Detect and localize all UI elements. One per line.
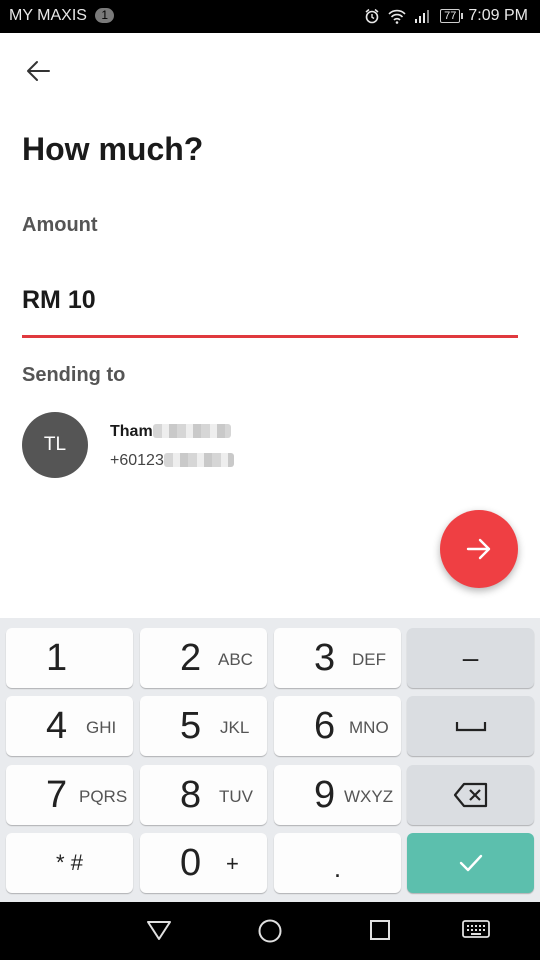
amount-label: Amount: [22, 214, 98, 236]
key-letters: MNO: [349, 718, 389, 737]
circle-home-icon: [258, 919, 282, 943]
key-digit: 1: [46, 637, 68, 679]
key-digit: 5: [180, 705, 202, 747]
key-star-hash-wrap: * #: [6, 833, 133, 893]
keyboard-icon: [462, 920, 490, 938]
dot-label: .: [333, 852, 342, 883]
avatar-initials: TL: [43, 434, 67, 455]
recipient-phone: +60123: [110, 452, 234, 470]
key-minus[interactable]: –: [407, 628, 534, 688]
key-3[interactable]: 3 DEF: [274, 628, 401, 688]
recipient-phone-text: +60123: [110, 452, 164, 469]
key-0[interactable]: 0 +: [140, 833, 267, 893]
key-digit: 9: [314, 774, 336, 816]
backspace-icon: [453, 782, 487, 808]
key-digit: 3: [314, 637, 336, 679]
key-digit: 4: [46, 705, 68, 747]
minus-label: –: [462, 642, 479, 673]
carrier-name: MY MAXIS: [9, 7, 87, 24]
recipient-name: Tham: [110, 423, 231, 441]
key-dot[interactable]: .: [274, 833, 401, 893]
key-6[interactable]: 6 MNO: [274, 696, 401, 756]
key-confirm[interactable]: [407, 833, 534, 893]
nav-back-button[interactable]: [146, 918, 172, 947]
amount-input[interactable]: [22, 280, 518, 338]
key-digit: 7: [46, 774, 68, 816]
key-letters: TUV: [219, 787, 253, 806]
square-recents-icon: [370, 920, 390, 940]
key-digit: 2: [180, 637, 202, 679]
nav-recents-button[interactable]: [368, 918, 392, 947]
space-bar-icon: [455, 722, 486, 732]
navigation-bar: [0, 902, 540, 960]
key-letters: +: [226, 851, 239, 876]
redacted-phone: [163, 453, 234, 467]
key-1[interactable]: 1: [6, 628, 133, 688]
recipient-avatar: TL: [22, 412, 88, 478]
arrow-left-icon: [27, 61, 50, 81]
key-confirm-wrap: [407, 833, 534, 893]
key-4[interactable]: 4 GHI: [6, 696, 133, 756]
key-digit: 8: [180, 774, 202, 816]
key-letters: PQRS: [79, 787, 128, 806]
notification-badge: 1: [95, 8, 115, 23]
sending-to-label: Sending to: [22, 364, 126, 386]
key-letters: DEF: [352, 650, 386, 669]
battery-indicator: 77: [440, 9, 464, 23]
triangle-back-icon: [147, 921, 171, 940]
carrier-label: MY MAXIS 1: [9, 7, 115, 25]
recipient-name-text: Tham: [110, 423, 153, 440]
key-space-wrap: [407, 696, 534, 756]
status-icons: 77 7:09 PM: [364, 7, 528, 25]
nav-keyboard-button[interactable]: [461, 918, 491, 947]
key-8[interactable]: 8 TUV: [140, 765, 267, 825]
key-letters: ABC: [218, 650, 253, 669]
key-dot-wrap: .: [274, 833, 401, 893]
key-minus-wrap: –: [407, 628, 534, 688]
redacted-name: [152, 424, 231, 438]
key-letters: GHI: [86, 718, 117, 737]
key-backspace[interactable]: [407, 765, 534, 825]
key-2[interactable]: 2 ABC: [140, 628, 267, 688]
status-bar: MY MAXIS 1 77 7:09 PM: [0, 0, 540, 33]
key-7[interactable]: 7 PQRS: [6, 765, 133, 825]
wifi-icon: [388, 9, 406, 24]
key-digit: 0: [180, 842, 202, 884]
back-button[interactable]: [22, 56, 54, 86]
key-digit: 6: [314, 705, 336, 747]
arrow-right-icon: [466, 538, 491, 560]
nav-home-button[interactable]: [257, 918, 283, 949]
star-hash-label: * #: [56, 850, 83, 875]
key-letters: WXYZ: [344, 787, 394, 806]
key-letters: JKL: [220, 718, 250, 737]
key-9[interactable]: 9 WXYZ: [274, 765, 401, 825]
key-backspace-wrap: [407, 765, 534, 825]
key-star-hash[interactable]: * #: [6, 833, 133, 893]
page-title: How much?: [22, 131, 204, 167]
alarm-icon: [365, 8, 379, 24]
clock: 7:09 PM: [468, 7, 528, 24]
key-space[interactable]: [407, 696, 534, 756]
checkmark-icon: [459, 854, 482, 872]
numeric-keypad: 1 2 ABC 3 DEF – 4 GHI 5 JKL 6 MNO 7 PQRS: [0, 618, 540, 902]
next-button[interactable]: [440, 510, 518, 588]
signal-icon: [415, 10, 430, 23]
key-5[interactable]: 5 JKL: [140, 696, 267, 756]
